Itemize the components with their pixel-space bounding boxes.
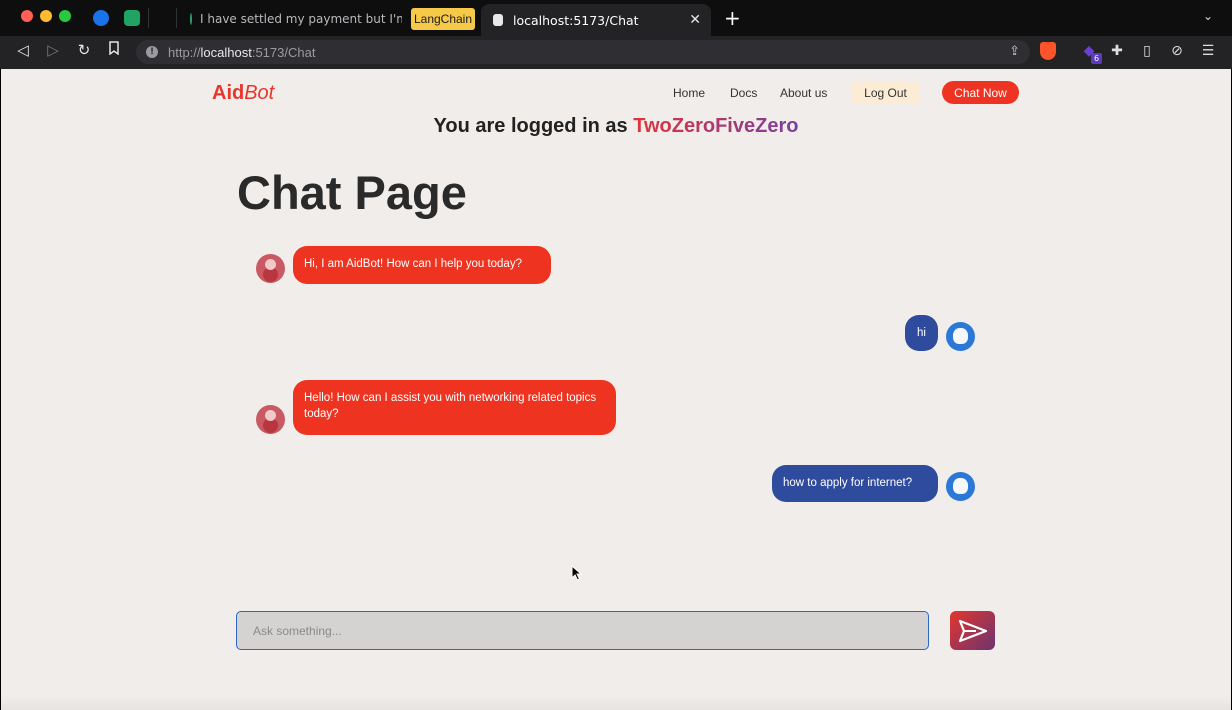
minimize-window-button[interactable]: [40, 10, 52, 22]
chat-now-button[interactable]: Chat Now: [942, 81, 1019, 104]
forward-arrow-icon[interactable]: ▷: [42, 41, 64, 59]
login-status: You are logged in as TwoZeroFiveZero: [1, 115, 1231, 138]
close-window-button[interactable]: [21, 10, 33, 22]
send-button[interactable]: [950, 611, 995, 650]
new-tab-button[interactable]: +: [724, 6, 741, 30]
tab-list-chevron-icon[interactable]: ⌄: [1203, 9, 1213, 23]
browser-menu-icon[interactable]: ☰: [1199, 42, 1217, 60]
address-bar[interactable]: ! http://localhost:5173/Chat ⇪: [136, 40, 1030, 64]
bot-message: Hi, I am AidBot! How can I help you toda…: [293, 246, 551, 284]
tab-label: LangChain: [413, 12, 473, 26]
pinned-tab-chat-icon[interactable]: [124, 10, 140, 26]
extension-hat-icon[interactable]: ◆ 6: [1080, 42, 1102, 64]
nav-docs-link[interactable]: Docs: [730, 81, 757, 104]
mouse-cursor-icon: [571, 565, 583, 581]
tab-bar: I have settled my payment but I'm n Lang…: [0, 0, 1232, 36]
site-info-icon[interactable]: !: [146, 46, 158, 58]
tab-favicon-icon: [190, 13, 192, 25]
bot-avatar: [256, 405, 285, 434]
extensions-puzzle-icon[interactable]: ✚: [1108, 42, 1126, 60]
user-avatar: [946, 472, 975, 501]
chat-page: AidBot Home Docs About us Log Out Chat N…: [1, 69, 1231, 710]
tab-separator: [148, 8, 149, 28]
url-text[interactable]: http://localhost:5173/Chat: [168, 45, 315, 60]
chat-input[interactable]: [236, 611, 929, 650]
close-tab-icon[interactable]: ✕: [689, 12, 701, 28]
user-message: hi: [905, 315, 938, 351]
tab-label: I have settled my payment but I'm n: [200, 12, 402, 26]
user-avatar: [946, 322, 975, 351]
reload-icon[interactable]: ↻: [73, 41, 95, 59]
profile-avatar-icon[interactable]: ⊘: [1168, 42, 1186, 60]
send-arrow-icon: [958, 619, 987, 642]
page-footer-edge: [1, 696, 1231, 710]
tab-payment[interactable]: I have settled my payment but I'm n: [184, 6, 402, 32]
tab-langchain[interactable]: LangChain: [411, 8, 475, 30]
browser-window-chrome: I have settled my payment but I'm n Lang…: [0, 0, 1232, 69]
tab-favicon-icon: [493, 14, 503, 26]
page-title: Chat Page: [237, 166, 467, 219]
bot-message: Hello! How can I assist you with network…: [293, 380, 616, 435]
back-arrow-icon[interactable]: ◁: [12, 41, 34, 59]
share-icon[interactable]: ⇪: [1009, 44, 1020, 59]
tab-active-chat[interactable]: localhost:5173/Chat ✕: [481, 4, 711, 36]
pinned-tab-messenger-icon[interactable]: [93, 10, 109, 26]
bot-avatar: [256, 254, 285, 283]
tab-separator: [176, 8, 177, 28]
nav-home-link[interactable]: Home: [673, 81, 705, 104]
brave-shields-icon[interactable]: [1040, 42, 1056, 60]
tab-label: localhost:5173/Chat: [513, 12, 639, 28]
user-message: how to apply for internet?: [772, 465, 938, 502]
brand-logo[interactable]: AidBot: [212, 82, 274, 105]
bookmark-icon[interactable]: [103, 41, 125, 59]
sidebar-toggle-icon[interactable]: ▯: [1138, 42, 1156, 60]
nav-about-link[interactable]: About us: [780, 81, 827, 104]
login-prefix: You are logged in as: [433, 115, 628, 137]
username: TwoZeroFiveZero: [633, 115, 799, 137]
logout-button[interactable]: Log Out: [852, 81, 919, 104]
maximize-window-button[interactable]: [59, 10, 71, 22]
